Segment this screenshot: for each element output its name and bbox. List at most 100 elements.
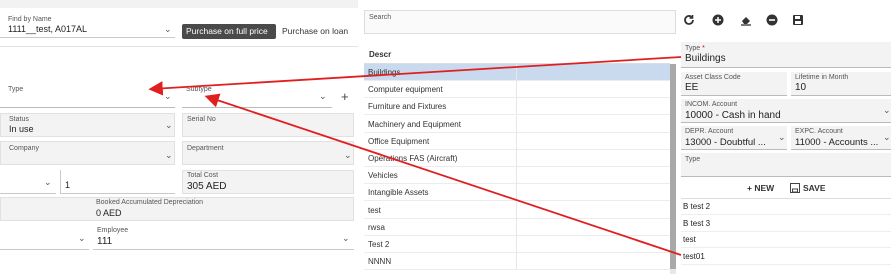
chevron-down-icon: ⌄ — [44, 177, 52, 187]
chevron-down-icon: ⌄ — [165, 120, 173, 130]
incom-account-field[interactable]: INCOM. Account 10000 - Cash in hand ⌄ — [681, 99, 891, 123]
table-cell-descr: Vehicles — [368, 171, 398, 181]
chevron-down-icon: ⌄ — [164, 91, 172, 101]
expc-account-field[interactable]: EXPC. Account 11000 - Accounts ... ⌄ — [791, 126, 891, 150]
serial-no-label: Serial No — [187, 116, 216, 123]
table-row[interactable]: Computer equipment — [364, 81, 670, 99]
status-field[interactable]: Status In use ⌄ — [0, 113, 175, 137]
employee-prefix-select[interactable]: ⌄ — [0, 226, 89, 250]
total-cost-label: Total Cost — [187, 172, 219, 179]
table-row[interactable]: Operations FAS (Aircraft) — [364, 150, 670, 167]
table-cell-descr: test — [368, 205, 381, 215]
table-cell-descr: Test 2 — [368, 240, 390, 249]
asset-class-code-field[interactable]: Asset Class Code EE — [681, 72, 787, 96]
expc-account-label: EXPC. Account — [795, 128, 843, 135]
list-item[interactable]: test — [681, 232, 891, 248]
department-label: Department — [187, 145, 224, 152]
table-row[interactable]: Test 2 — [364, 236, 670, 253]
required-mark: * — [702, 45, 705, 52]
subtype-field[interactable]: Subtype ⌄ — [182, 84, 332, 108]
table-row[interactable]: Vehicles — [364, 167, 670, 185]
column-separator — [516, 98, 517, 116]
table-row[interactable]: Buildings — [364, 64, 670, 81]
status-value: In use — [9, 124, 34, 134]
subtype-name-field[interactable]: Type — [681, 153, 891, 177]
remove-circle-icon[interactable] — [766, 14, 778, 26]
booked-depreciation-value: 0 AED — [96, 208, 122, 218]
table-cell-descr: rwsa — [368, 222, 385, 232]
purchase-on-loan-button[interactable]: Purchase on loan — [282, 26, 348, 36]
table-row[interactable]: NNNN — [364, 253, 670, 271]
purchase-full-price-button[interactable]: Purchase on full price — [182, 24, 276, 39]
lifetime-field[interactable]: Lifetime in Month 10 — [791, 72, 891, 96]
class-type-label: Type * — [685, 45, 705, 52]
lifetime-value: 10 — [795, 82, 807, 93]
table-cell-descr: Intangible Assets — [368, 188, 429, 198]
new-button[interactable]: + NEW — [747, 183, 774, 193]
find-by-name-value: 1111__test, A017AL — [8, 24, 88, 34]
column-separator — [516, 201, 517, 219]
serial-no-field[interactable]: Serial No — [182, 113, 354, 137]
add-subtype-button[interactable]: + — [341, 89, 349, 104]
chevron-down-icon: ⌄ — [319, 91, 327, 101]
employee-value: 111 — [97, 236, 113, 247]
employee-field[interactable]: Employee 111 ⌄ — [93, 226, 354, 250]
company-label: Company — [9, 145, 39, 152]
company-field[interactable]: Company ⌄ — [0, 141, 175, 165]
currency-select[interactable]: ⌄ — [0, 170, 56, 194]
employee-label: Employee — [97, 227, 129, 234]
expc-account-value: 11000 - Accounts ... — [795, 137, 879, 148]
add-circle-icon[interactable] — [712, 14, 724, 26]
column-header-descr: Descr — [369, 50, 392, 59]
find-by-name-field[interactable]: Find by Name 1111__test, A017AL ⌄ — [0, 16, 175, 38]
depr-account-field[interactable]: DEPR. Account 13000 - Doubtful ... ⌄ — [681, 126, 787, 150]
chevron-down-icon: ⌄ — [342, 233, 350, 243]
column-separator — [516, 184, 517, 202]
save-outline-icon — [790, 183, 800, 193]
table-row[interactable]: rwsa — [364, 218, 670, 236]
class-type-field[interactable]: Type * Buildings — [681, 42, 891, 68]
refresh-icon[interactable] — [683, 14, 695, 26]
table-row[interactable]: test — [364, 201, 670, 219]
list-item[interactable]: B test 3 — [681, 216, 891, 232]
chevron-down-icon: ⌄ — [883, 105, 891, 115]
table-cell-descr: Office Equipment — [368, 136, 430, 146]
search-field[interactable]: Search — [364, 10, 676, 34]
chevron-down-icon: ⌄ — [344, 150, 352, 160]
incom-account-value: 10000 - Cash in hand — [685, 110, 781, 121]
chevron-down-icon: ⌄ — [883, 132, 891, 142]
quantity-value: 1 — [65, 180, 71, 190]
save-icon[interactable] — [792, 14, 804, 26]
table-row[interactable]: Intangible Assets — [364, 184, 670, 202]
depr-account-label: DEPR. Account — [685, 128, 734, 135]
grid-scrollbar-track[interactable] — [670, 64, 676, 274]
incom-account-label: INCOM. Account — [685, 101, 738, 108]
chevron-down-icon: ⌄ — [165, 150, 173, 160]
column-separator — [516, 253, 517, 271]
table-cell-descr: Buildings — [368, 68, 401, 77]
eraser-icon[interactable] — [740, 14, 752, 26]
type-field[interactable]: Type ⌄ — [0, 84, 175, 108]
table-row[interactable]: Machinery and Equipment — [364, 115, 670, 133]
column-separator — [516, 115, 517, 133]
column-header[interactable]: Descr — [364, 44, 670, 64]
search-label: Search — [369, 14, 392, 21]
table-row[interactable]: Furniture and Fixtures — [364, 98, 670, 116]
list-item[interactable]: B test 2 — [681, 199, 891, 215]
save-subtype-label: SAVE — [803, 183, 826, 193]
list-item[interactable]: test01 — [681, 249, 891, 265]
total-cost-field: Total Cost 305 AED — [182, 170, 354, 194]
department-field[interactable]: Department ⌄ — [182, 141, 354, 165]
find-by-name-label: Find by Name — [8, 16, 52, 23]
class-type-label-text: Type — [685, 45, 701, 52]
quantity-field[interactable]: 1 — [60, 170, 175, 194]
table-cell-descr: Machinery and Equipment — [368, 119, 461, 129]
table-cell-descr: Furniture and Fixtures — [368, 102, 447, 112]
grid-scrollbar-thumb[interactable] — [670, 64, 676, 269]
column-separator — [516, 167, 517, 185]
subtype-name-label: Type — [685, 156, 701, 163]
table-cell-descr: Computer equipment — [368, 85, 443, 95]
lifetime-label: Lifetime in Month — [795, 74, 849, 81]
table-row[interactable]: Office Equipment — [364, 132, 670, 150]
left-top-strip — [0, 0, 358, 8]
